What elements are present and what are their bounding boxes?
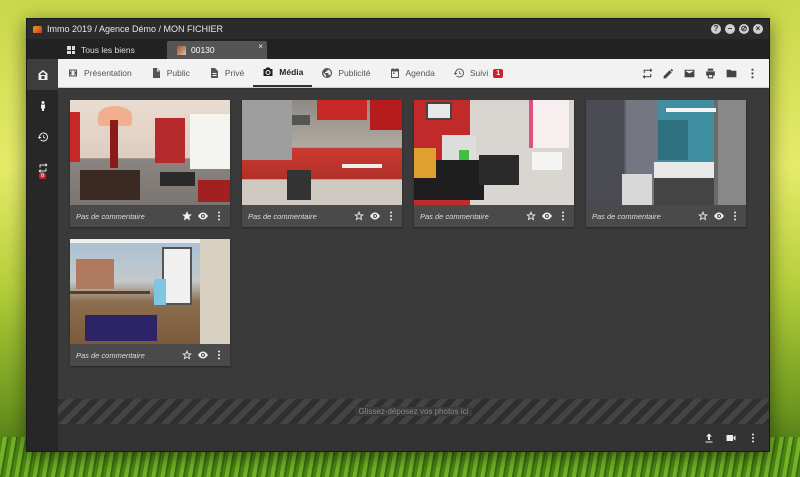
photo-card[interactable]: Pas de commentaire — [70, 100, 230, 227]
photo-comment[interactable]: Pas de commentaire — [592, 212, 697, 221]
follow-up-count-badge: 1 — [493, 68, 504, 78]
grid-icon — [67, 46, 75, 54]
photo-kitchen[interactable] — [242, 100, 402, 205]
property-thumbnail-icon — [177, 45, 186, 55]
history-icon — [37, 132, 48, 141]
mail-icon[interactable] — [683, 67, 696, 80]
help-button[interactable]: ? — [711, 24, 721, 34]
eye-icon[interactable] — [197, 349, 209, 361]
tab-all-properties[interactable]: Tous les biens — [57, 41, 167, 59]
app-window: Immo 2019 / Agence Démo / MON FICHIER ? … — [26, 18, 770, 452]
globe-icon — [322, 68, 333, 78]
star-outline-icon[interactable] — [353, 210, 365, 222]
more-vertical-icon[interactable] — [213, 349, 225, 361]
minimize-button[interactable]: – — [725, 24, 735, 34]
more-vertical-icon[interactable] — [747, 432, 759, 444]
photo-comment[interactable]: Pas de commentaire — [76, 351, 181, 360]
photo-grid: Pas de commentaire Pas de commentaire Pa… — [70, 100, 746, 366]
pencil-icon[interactable] — [662, 67, 675, 80]
calendar-icon — [390, 68, 399, 78]
tab-label: 00130 — [191, 45, 215, 55]
tab-advertising[interactable]: Publicité — [312, 59, 379, 87]
photo-comment[interactable]: Pas de commentaire — [76, 212, 181, 221]
star-outline-icon[interactable] — [525, 210, 537, 222]
sidebar-item-history[interactable] — [27, 121, 58, 152]
video-camera-icon[interactable] — [725, 432, 737, 444]
tab-presentation[interactable]: Présentation — [58, 59, 141, 87]
tab-private[interactable]: Privé — [199, 59, 253, 87]
printer-icon[interactable] — [704, 67, 717, 80]
tab-label: Privé — [224, 68, 245, 78]
star-outline-icon[interactable] — [697, 210, 709, 222]
more-vertical-icon[interactable] — [557, 210, 569, 222]
sync-count-badge: 8 — [38, 173, 47, 179]
restore-button[interactable]: ⊘ — [739, 24, 749, 34]
tab-bar: Tous les biens 00130 × — [27, 39, 769, 59]
eye-icon[interactable] — [541, 210, 553, 222]
document-icon — [152, 68, 160, 78]
folder-icon[interactable] — [725, 67, 738, 80]
house-icon — [38, 69, 47, 80]
title-bar: Immo 2019 / Agence Démo / MON FICHIER ? … — [27, 19, 769, 39]
film-icon — [69, 69, 77, 77]
tab-label: Présentation — [84, 68, 132, 78]
more-vertical-icon[interactable] — [385, 210, 397, 222]
more-vertical-icon[interactable] — [746, 67, 759, 80]
tab-label: Public — [166, 68, 190, 78]
eye-icon[interactable] — [197, 210, 209, 222]
close-button[interactable]: × — [753, 24, 763, 34]
section-toolbar: Présentation Public Privé Média Publicit… — [58, 59, 769, 88]
photo-balcony[interactable] — [70, 239, 230, 344]
photo-dropzone[interactable]: Glissez-déposez vos photos ici — [58, 399, 769, 424]
tab-label: Tous les biens — [81, 45, 135, 55]
tab-label: Suivi — [469, 68, 489, 78]
media-footer — [58, 424, 769, 451]
photo-bathroom[interactable] — [586, 100, 746, 205]
photo-card[interactable]: Pas de commentaire — [414, 100, 574, 227]
upload-icon[interactable] — [703, 432, 715, 444]
more-vertical-icon[interactable] — [729, 210, 741, 222]
star-outline-icon[interactable] — [181, 349, 193, 361]
eye-icon[interactable] — [369, 210, 381, 222]
tab-agenda[interactable]: Agenda — [380, 59, 444, 87]
more-vertical-icon[interactable] — [213, 210, 225, 222]
document-lines-icon — [210, 68, 218, 78]
tab-media[interactable]: Média — [253, 59, 313, 87]
tab-property-file[interactable]: 00130 × — [167, 41, 267, 59]
tab-label: Média — [279, 67, 304, 77]
star-filled-icon[interactable] — [181, 210, 193, 222]
repeat-icon — [38, 162, 47, 173]
eye-icon[interactable] — [713, 210, 725, 222]
camera-icon — [263, 67, 273, 76]
app-logo-icon — [33, 25, 42, 33]
media-content: Pas de commentaire Pas de commentaire Pa… — [58, 89, 769, 424]
tab-follow-up[interactable]: Suivi 1 — [444, 59, 512, 87]
repeat-icon[interactable] — [641, 67, 654, 80]
close-tab-icon[interactable]: × — [258, 42, 263, 51]
photo-comment[interactable]: Pas de commentaire — [420, 212, 525, 221]
tab-label: Agenda — [405, 68, 435, 78]
photo-lounge[interactable] — [414, 100, 574, 205]
photo-living-room[interactable] — [70, 100, 230, 205]
window-title: Immo 2019 / Agence Démo / MON FICHIER — [47, 24, 224, 34]
sidebar: 8 — [27, 59, 58, 451]
photo-card[interactable]: Pas de commentaire — [242, 100, 402, 227]
sidebar-item-sync[interactable]: 8 — [27, 152, 58, 183]
sidebar-item-contact[interactable] — [27, 90, 58, 121]
tab-label: Publicité — [338, 68, 371, 78]
person-icon — [40, 100, 45, 111]
photo-card[interactable]: Pas de commentaire — [70, 239, 230, 366]
photo-card[interactable]: Pas de commentaire — [586, 100, 746, 227]
dropzone-label: Glissez-déposez vos photos ici — [354, 407, 473, 416]
photo-comment[interactable]: Pas de commentaire — [248, 212, 353, 221]
tab-public[interactable]: Public — [141, 59, 199, 87]
history-icon — [453, 68, 464, 78]
sidebar-item-property[interactable] — [27, 59, 58, 90]
